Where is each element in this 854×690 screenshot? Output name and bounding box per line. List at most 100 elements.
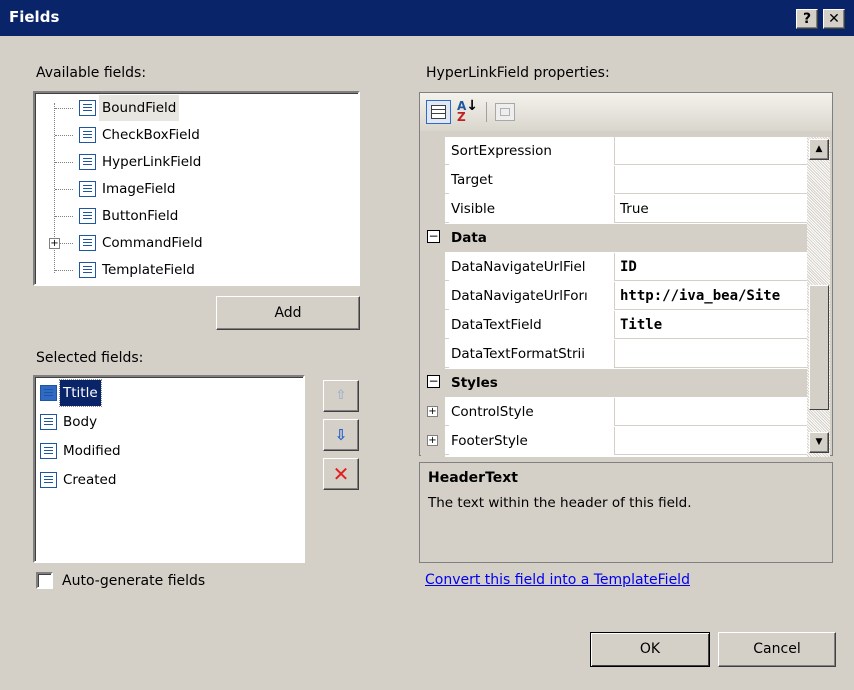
property-value[interactable] bbox=[616, 340, 806, 368]
add-button[interactable]: Add bbox=[216, 296, 360, 330]
arrow-down-icon: ⇩ bbox=[334, 426, 348, 444]
move-up-button[interactable]: ⇧ bbox=[323, 380, 359, 412]
property-toolbar: A↓ Z bbox=[420, 93, 832, 131]
categorized-button[interactable] bbox=[426, 100, 451, 124]
selected-field-label: Created bbox=[63, 472, 117, 488]
arrow-up-icon: ⇧ bbox=[335, 388, 347, 403]
selected-field-label: Body bbox=[63, 414, 98, 430]
autogen-checkbox[interactable] bbox=[36, 572, 53, 589]
property-row[interactable]: DataNavigateUrlForı http://iva_bea/Site bbox=[421, 282, 807, 310]
scroll-up-button[interactable]: ▲ bbox=[809, 139, 829, 160]
property-name: FooterStyle bbox=[449, 427, 615, 455]
property-pages-icon bbox=[500, 108, 510, 116]
help-title: HeaderText bbox=[428, 470, 518, 486]
property-row[interactable]: Target bbox=[421, 166, 807, 194]
cancel-button[interactable]: Cancel bbox=[718, 632, 836, 667]
field-icon bbox=[79, 127, 96, 143]
available-fields-label: Available fields: bbox=[36, 65, 147, 81]
expand-icon[interactable]: + bbox=[427, 406, 438, 417]
field-icon bbox=[79, 208, 96, 224]
tree-connector bbox=[55, 216, 73, 217]
property-row[interactable]: DataTextFormatStrii bbox=[421, 340, 807, 368]
available-field-label: TemplateField bbox=[102, 262, 195, 278]
property-value[interactable]: Title bbox=[616, 311, 806, 339]
available-field-label: ButtonField bbox=[102, 208, 179, 224]
available-field-item[interactable]: CheckBoxField bbox=[35, 122, 355, 148]
available-field-label: HyperLinkField bbox=[102, 154, 202, 170]
available-field-item[interactable]: + CommandField bbox=[35, 230, 355, 256]
property-row[interactable]: + FooterStyle bbox=[421, 427, 807, 455]
property-pages-button[interactable] bbox=[495, 103, 515, 121]
property-name: DataTextField bbox=[449, 311, 615, 339]
field-icon bbox=[40, 443, 57, 459]
property-name: ControlStyle bbox=[449, 398, 615, 426]
property-category[interactable]: − Styles bbox=[421, 369, 807, 397]
available-field-item[interactable]: HyperLinkField bbox=[35, 149, 355, 175]
available-fields-tree[interactable]: BoundField CheckBoxField HyperLinkField Ima… bbox=[33, 91, 360, 286]
property-row[interactable]: Visible True bbox=[421, 195, 807, 223]
categorized-icon bbox=[431, 105, 446, 119]
property-scrollbar[interactable]: ▲ ▼ bbox=[807, 137, 830, 457]
property-value[interactable] bbox=[616, 398, 806, 426]
alphabetical-button[interactable]: A↓ Z bbox=[457, 99, 481, 123]
property-value[interactable]: True bbox=[616, 195, 806, 223]
convert-templatefield-link[interactable]: Convert this field into a TemplateField bbox=[425, 572, 690, 588]
field-icon bbox=[79, 154, 96, 170]
properties-label: HyperLinkField properties: bbox=[426, 65, 610, 81]
toolbar-separator bbox=[486, 102, 487, 122]
expand-icon[interactable]: + bbox=[427, 435, 438, 446]
selected-field-item[interactable]: Ttitle bbox=[35, 379, 295, 407]
available-field-label: BoundField bbox=[99, 95, 180, 121]
property-category[interactable]: − Data bbox=[421, 224, 807, 252]
selected-field-label: Modified bbox=[63, 443, 121, 459]
delete-button[interactable]: ✕ bbox=[323, 458, 359, 490]
ok-button[interactable]: OK bbox=[590, 632, 710, 667]
close-button[interactable]: ✕ bbox=[823, 9, 845, 29]
selected-fields-label: Selected fields: bbox=[36, 350, 144, 366]
selected-field-item[interactable]: Body bbox=[35, 408, 295, 436]
property-rows: SortExpression Target Visible True − Data Data… bbox=[421, 137, 807, 457]
property-value[interactable]: http://iva_bea/Site bbox=[616, 282, 806, 310]
expand-icon[interactable]: − bbox=[427, 375, 440, 388]
available-field-item[interactable]: ButtonField bbox=[35, 203, 355, 229]
property-value[interactable]: ID bbox=[616, 253, 806, 281]
help-button[interactable]: ? bbox=[796, 9, 818, 29]
available-field-label: CommandField bbox=[102, 235, 203, 251]
tree-connector bbox=[55, 189, 73, 190]
scroll-thumb[interactable] bbox=[809, 285, 829, 410]
available-field-item[interactable]: ImageField bbox=[35, 176, 355, 202]
red-x-icon: ✕ bbox=[332, 462, 350, 486]
property-name: Data bbox=[451, 230, 487, 246]
property-name: DataNavigateUrlFiel bbox=[449, 253, 615, 281]
tree-connector bbox=[55, 135, 73, 136]
available-field-item[interactable]: BoundField bbox=[35, 95, 355, 121]
tree-connector bbox=[55, 270, 73, 271]
property-value[interactable] bbox=[616, 166, 806, 194]
property-value[interactable] bbox=[616, 427, 806, 455]
available-field-label: ImageField bbox=[102, 181, 176, 197]
field-icon bbox=[40, 414, 57, 430]
property-name: DataTextFormatStrii bbox=[449, 340, 615, 368]
property-name: Target bbox=[449, 166, 615, 194]
property-row[interactable]: DataNavigateUrlFiel ID bbox=[421, 253, 807, 281]
selected-field-item[interactable]: Created bbox=[35, 466, 295, 494]
property-value[interactable] bbox=[616, 137, 806, 165]
property-name: Styles bbox=[451, 375, 498, 391]
selected-fields-list[interactable]: Ttitle Body Modified Created bbox=[33, 375, 305, 563]
property-name: DataNavigateUrlForı bbox=[449, 282, 615, 310]
autogen-label: Auto-generate fields bbox=[62, 573, 206, 589]
property-row[interactable]: DataTextField Title bbox=[421, 311, 807, 339]
property-row[interactable]: SortExpression bbox=[421, 137, 807, 165]
available-field-item[interactable]: TemplateField bbox=[35, 257, 355, 283]
move-down-button[interactable]: ⇩ bbox=[323, 419, 359, 451]
tree-connector bbox=[55, 108, 73, 109]
field-icon bbox=[79, 100, 96, 116]
property-name: Visible bbox=[449, 195, 615, 223]
property-row[interactable]: + ControlStyle bbox=[421, 398, 807, 426]
expand-icon[interactable]: + bbox=[49, 238, 60, 249]
field-icon bbox=[40, 385, 57, 401]
selected-field-item[interactable]: Modified bbox=[35, 437, 295, 465]
field-icon bbox=[79, 235, 96, 251]
scroll-down-button[interactable]: ▼ bbox=[809, 432, 829, 453]
expand-icon[interactable]: − bbox=[427, 230, 440, 243]
